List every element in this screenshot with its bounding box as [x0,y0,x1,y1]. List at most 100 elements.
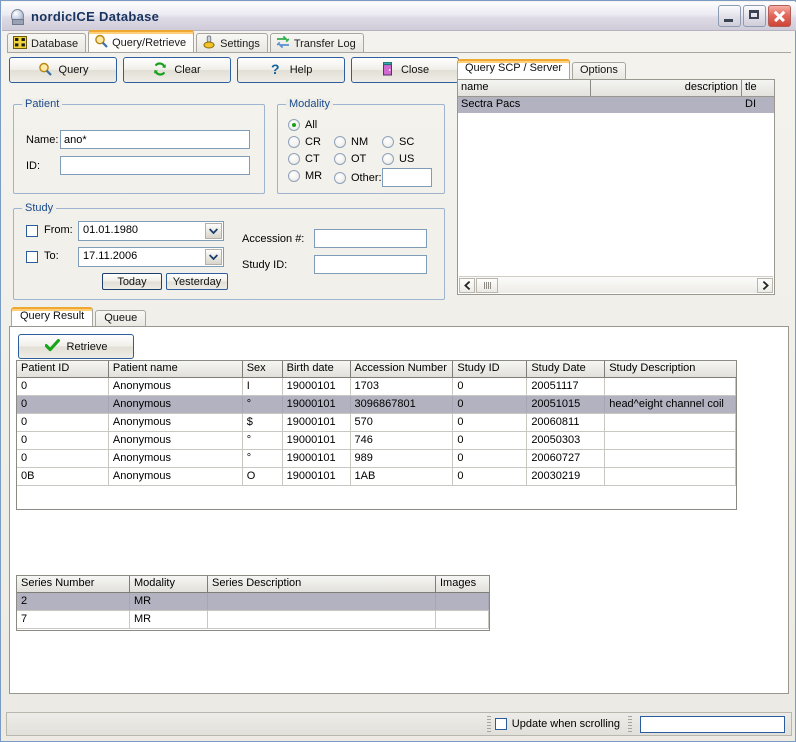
modality-label-ot: OT [351,153,367,165]
tab-query-scp-server[interactable]: Query SCP / Server [457,59,570,81]
table-row[interactable]: 0B Anonymous O 19000101 1AB 0 20030219 [17,468,737,486]
modality-radio-sc[interactable] [382,136,394,148]
series-col-series-description[interactable]: Series Description [208,576,436,592]
study-col-patient-name[interactable]: Patient name [109,361,243,377]
help-button[interactable]: ? Help [237,57,345,83]
modality-radio-ot[interactable] [334,153,346,165]
tab-transfer-log[interactable]: Transfer Log [269,33,364,53]
series-col-images[interactable]: Images [436,576,489,592]
tab-query-retrieve[interactable]: Query/Retrieve [88,30,195,53]
server-col-name[interactable]: name [458,80,591,96]
table-row[interactable]: 0 Anonymous I 19000101 1703 0 20051117 [17,378,737,396]
accession-input[interactable] [314,229,427,248]
chevron-down-icon[interactable] [205,249,222,265]
study-to-checkbox[interactable] [26,251,38,263]
cell-study-date: 20051117 [527,378,606,395]
cell-patient-id: 0 [17,432,109,449]
study-col-study-description[interactable]: Study Description [605,361,736,377]
window-controls [718,5,791,27]
close-button-toolbar[interactable]: Close [351,57,459,83]
server-cell-title: DI [745,98,756,110]
chevron-down-icon[interactable] [205,223,222,239]
clear-button[interactable]: Clear [123,57,231,83]
modality-radio-other[interactable] [334,172,346,184]
query-button-label: Query [58,64,89,76]
cell-study-date: 20050303 [527,432,606,449]
cell-accession-number: 3096867801 [351,396,454,413]
modality-other-input[interactable] [382,168,432,187]
modality-label-all: All [305,119,318,131]
tab-database-label: Database [31,37,79,50]
table-row[interactable]: 0 Anonymous ° 19000101 989 0 20060727 [17,450,737,468]
tab-database[interactable]: Database [7,33,87,53]
cell-series-number: 2 [17,593,130,610]
query-result-panel: Retrieve Patient ID Patient name Sex Bir… [9,326,789,694]
server-row-sectra-pacs[interactable]: Sectra Pacs DI [458,97,774,113]
study-col-sex[interactable]: Sex [243,361,283,377]
table-row[interactable]: 0 Anonymous ° 19000101 3096867801 0 2005… [17,396,737,414]
modality-radio-us[interactable] [382,153,394,165]
server-col-title[interactable]: tle [742,80,772,96]
modality-label-us: US [399,153,415,165]
cell-sex: I [243,378,283,395]
update-when-scrolling-checkbox[interactable]: Update when scrolling [494,718,620,730]
cell-patient-id: 0 [17,378,109,395]
status-field[interactable] [640,715,785,733]
study-from-date-combo[interactable]: 01.01.1980 [78,221,224,241]
cell-study-id: 0 [453,396,528,413]
study-col-study-id[interactable]: Study ID [453,361,528,377]
server-horizontal-scrollbar[interactable] [459,276,773,293]
patient-name-input[interactable] [60,130,250,149]
table-row[interactable]: 2 MR [17,593,489,611]
study-from-checkbox[interactable] [26,225,38,237]
series-col-modality[interactable]: Modality [130,576,208,592]
study-to-date-combo[interactable]: 17.11.2006 [78,247,224,267]
cell-patient-id: 0 [17,414,109,431]
magnifier-icon [38,62,52,79]
clear-button-label: Clear [174,64,201,76]
modality-radio-all[interactable] [288,119,300,131]
modality-radio-nm[interactable] [334,136,346,148]
modality-radio-ct[interactable] [288,153,300,165]
today-button[interactable]: Today [102,273,162,290]
cell-images [436,593,489,610]
minimize-button[interactable] [718,5,741,27]
modality-radio-cr[interactable] [288,136,300,148]
study-col-patient-id[interactable]: Patient ID [17,361,109,377]
yesterday-button[interactable]: Yesterday [166,273,228,290]
query-button[interactable]: Query [9,57,117,83]
study-col-accession-number[interactable]: Accession Number [351,361,454,377]
study-id-input[interactable] [314,255,427,274]
question-icon: ? [270,61,283,79]
retrieve-button[interactable]: Retrieve [18,334,134,359]
maximize-button[interactable] [743,5,766,27]
refresh-icon [153,61,167,79]
cell-study-id: 0 [453,468,528,485]
yesterday-button-label: Yesterday [172,275,222,288]
server-tab-bar: Query SCP / Server Options [457,59,628,81]
cell-images [436,611,489,628]
study-col-birth-date[interactable]: Birth date [283,361,351,377]
patient-id-input[interactable] [60,156,250,175]
tab-settings[interactable]: Settings [196,33,268,53]
series-col-series-number[interactable]: Series Number [17,576,130,592]
modality-label-sc: SC [399,136,415,148]
table-row[interactable]: 7 MR [17,611,489,629]
scroll-left-arrow-icon[interactable] [459,277,475,293]
table-row[interactable]: 0 Anonymous $ 19000101 570 0 20060811 [17,414,737,432]
patient-group-legend: Patient [22,98,63,110]
study-col-study-date[interactable]: Study Date [527,361,606,377]
modality-radio-mr[interactable] [288,170,300,182]
close-button[interactable] [768,5,791,27]
table-row[interactable]: 0 Anonymous ° 19000101 746 0 20050303 [17,432,737,450]
cell-study-date: 20060811 [527,414,606,431]
scroll-right-arrow-icon[interactable] [757,277,773,293]
server-col-description[interactable]: description [591,80,742,96]
study-table-header: Patient ID Patient name Sex Birth date A… [17,361,736,378]
cell-birth-date: 19000101 [283,432,351,449]
cell-study-id: 0 [453,378,528,395]
cell-patient-id: 0B [17,468,109,485]
scroll-thumb[interactable] [476,277,498,293]
update-when-scrolling-box[interactable] [494,718,507,730]
app-icon [8,7,26,25]
